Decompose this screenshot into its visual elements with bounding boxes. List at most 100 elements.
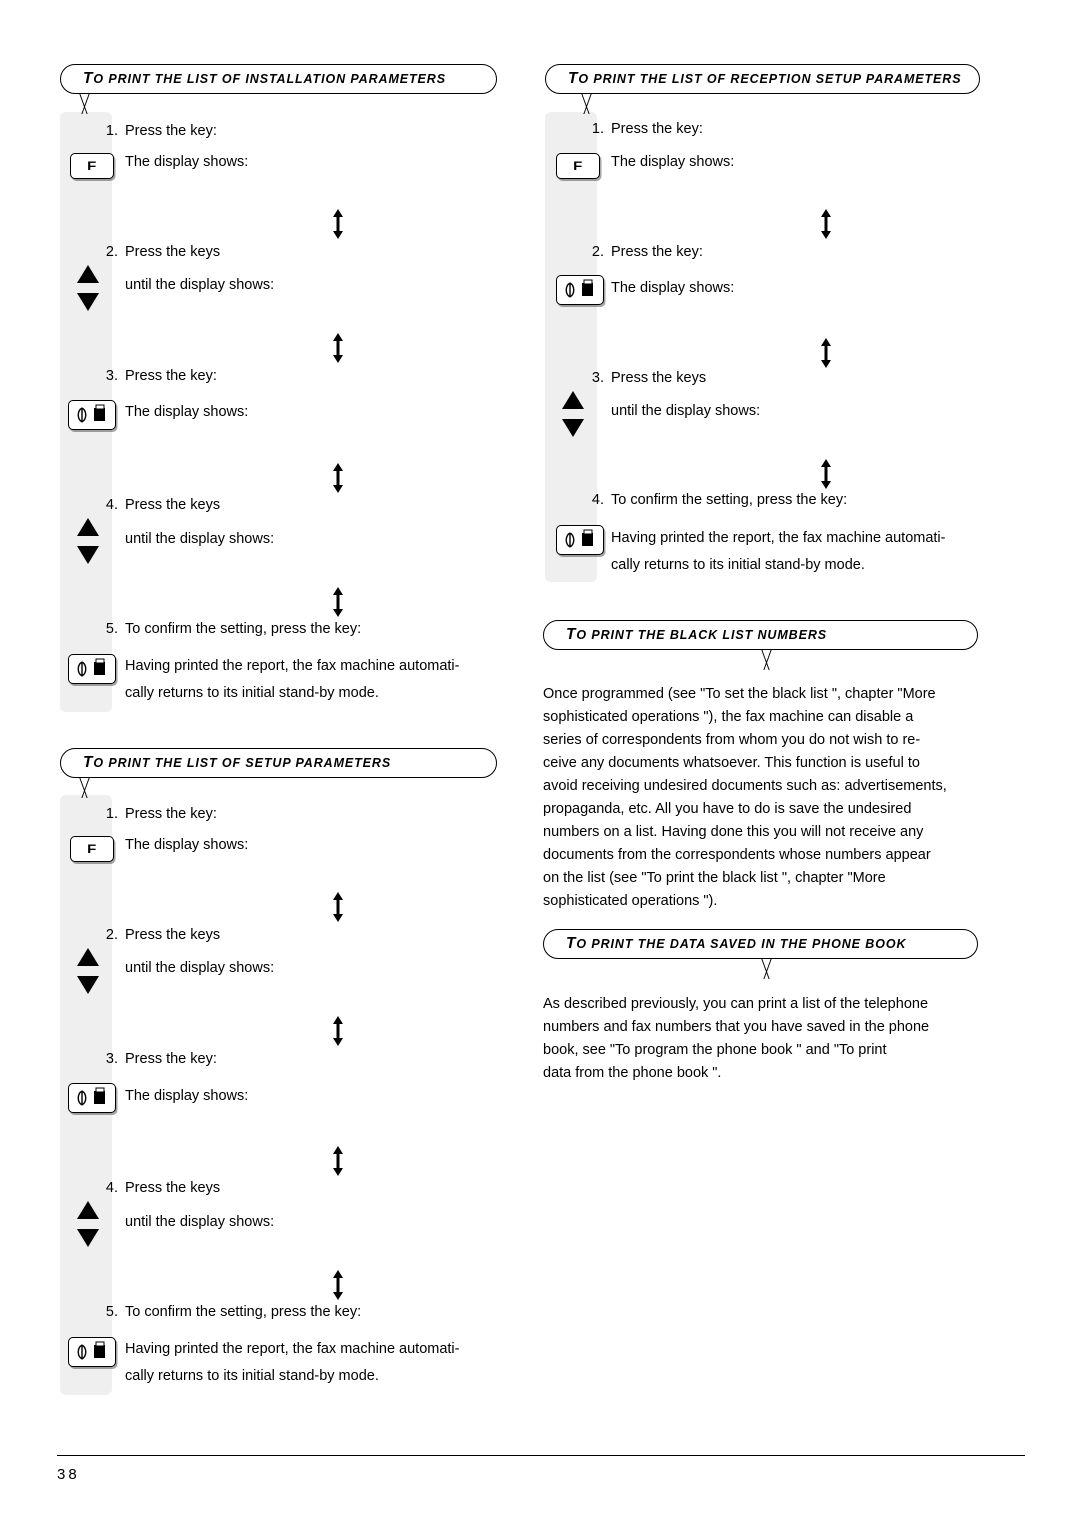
black-list-body-line: numbers on a list. Having done this you …	[543, 824, 924, 840]
f-key-label: F	[87, 842, 97, 856]
black-list-body-line: avoid receiving undesired documents such…	[543, 778, 947, 794]
black-list-body-line: ceive any documents whatsoever. This fun…	[543, 755, 920, 771]
step-text: until the display shows:	[125, 1214, 275, 1230]
black-list-body-line: documents from the correspondents whose …	[543, 847, 931, 863]
step-text: Press the keys	[611, 370, 707, 386]
step-text: Having printed the report, the fax machi…	[125, 658, 460, 674]
f-key-icon[interactable]: F	[70, 153, 114, 179]
flow-double-arrow-icon	[818, 338, 834, 368]
step-text: Having printed the report, the fax machi…	[611, 530, 946, 546]
start-key-icon[interactable]	[556, 525, 604, 555]
section-tail-setup	[68, 778, 102, 800]
section-title-setup-initial: T	[83, 754, 94, 771]
flow-double-arrow-icon	[818, 209, 834, 239]
phone-book-body-line: As described previously, you can print a…	[543, 996, 929, 1012]
step-text: cally returns to its initial stand-by mo…	[125, 1368, 379, 1384]
step-text: until the display shows:	[125, 960, 275, 976]
section-title-installation: TO PRINT THE LIST OF INSTALLATION PARAME…	[60, 64, 497, 94]
section-tail-reception	[570, 94, 604, 116]
section-title-black-list: TO PRINT THE BLACK LIST NUMBERS	[543, 620, 978, 650]
step-text: The display shows:	[125, 154, 249, 170]
page-number: 38	[57, 1466, 80, 1483]
step-number: 1.	[105, 806, 118, 822]
step-number: 5.	[105, 1304, 118, 1320]
start-key-icon[interactable]	[556, 275, 604, 305]
step-text: To confirm the setting, press the key:	[125, 1304, 362, 1320]
step-text: The display shows:	[125, 404, 249, 420]
section-title-setup-rest: O PRINT THE LIST OF SETUP PARAMETERS	[93, 756, 392, 770]
manual-page: TO PRINT THE LIST OF INSTALLATION PARAME…	[0, 0, 1080, 1528]
step-number: 2.	[105, 244, 118, 260]
section-title-installation-rest: O PRINT THE LIST OF INSTALLATION PARAMET…	[93, 72, 446, 86]
section-title-phone-book-text: TO PRINT THE DATA SAVED IN THE PHONE BOO…	[544, 935, 906, 953]
step-text: until the display shows:	[125, 277, 275, 293]
start-key-icon[interactable]	[68, 1083, 116, 1113]
section-title-black-list-rest: O PRINT THE BLACK LIST NUMBERS	[576, 628, 827, 642]
section-title-reception-rest: O PRINT THE LIST OF RECEPTION SETUP PARA…	[578, 72, 962, 86]
up-down-arrow-key-icon[interactable]	[75, 265, 101, 311]
section-title-black-list-initial: T	[566, 626, 577, 643]
step-text: The display shows:	[611, 154, 735, 170]
start-key-icon[interactable]	[68, 400, 116, 430]
start-key-icon[interactable]	[68, 1337, 116, 1367]
flow-double-arrow-icon	[330, 463, 346, 493]
section-title-reception-initial: T	[568, 70, 579, 87]
section-title-phone-book-rest: O PRINT THE DATA SAVED IN THE PHONE BOOK	[576, 937, 907, 951]
flow-double-arrow-icon	[330, 333, 346, 363]
step-text: Press the key:	[611, 121, 703, 137]
flow-double-arrow-icon	[818, 459, 834, 489]
section-tail-installation	[68, 94, 102, 116]
step-text: The display shows:	[125, 837, 249, 853]
step-text: The display shows:	[611, 280, 735, 296]
step-text: Press the keys	[125, 1180, 221, 1196]
section-title-installation-text: TO PRINT THE LIST OF INSTALLATION PARAME…	[61, 70, 446, 88]
up-down-arrow-key-icon[interactable]	[75, 1201, 101, 1247]
flow-double-arrow-icon	[330, 1016, 346, 1046]
step-number: 1.	[591, 121, 604, 137]
step-number: 4.	[105, 497, 118, 513]
step-number: 2.	[105, 927, 118, 943]
step-text: The display shows:	[125, 1088, 249, 1104]
section-title-phone-book: TO PRINT THE DATA SAVED IN THE PHONE BOO…	[543, 929, 978, 959]
phone-book-body-line: data from the phone book ".	[543, 1065, 722, 1081]
black-list-body-line: sophisticated operations ").	[543, 893, 718, 909]
band-reception	[545, 112, 597, 582]
flow-double-arrow-icon	[330, 1146, 346, 1176]
flow-double-arrow-icon	[330, 587, 346, 617]
black-list-body-line: Once programmed (see "To set the black l…	[543, 686, 936, 702]
f-key-icon[interactable]: F	[70, 836, 114, 862]
step-number: 4.	[105, 1180, 118, 1196]
step-text: Press the key:	[125, 368, 217, 384]
section-title-reception-text: TO PRINT THE LIST OF RECEPTION SETUP PAR…	[546, 70, 961, 88]
black-list-body-line: on the list (see "To print the black lis…	[543, 870, 886, 886]
step-number: 1.	[105, 123, 118, 139]
section-title-setup: TO PRINT THE LIST OF SETUP PARAMETERS	[60, 748, 497, 778]
step-text: Press the keys	[125, 927, 221, 943]
f-key-icon[interactable]: F	[556, 153, 600, 179]
up-down-arrow-key-icon[interactable]	[75, 948, 101, 994]
black-list-body-line: sophisticated operations "), the fax mac…	[543, 709, 914, 725]
step-text: Press the key:	[125, 123, 217, 139]
up-down-arrow-key-icon[interactable]	[75, 518, 101, 564]
step-number: 3.	[105, 1051, 118, 1067]
section-tail-black-list	[750, 650, 784, 672]
step-text: Having printed the report, the fax machi…	[125, 1341, 460, 1357]
flow-double-arrow-icon	[330, 209, 346, 239]
step-text: Press the key:	[611, 244, 703, 260]
flow-double-arrow-icon	[330, 892, 346, 922]
section-tail-phone-book	[750, 959, 784, 981]
step-text: Press the keys	[125, 497, 221, 513]
section-title-installation-initial: T	[83, 70, 94, 87]
footer-divider	[57, 1455, 1025, 1456]
section-title-reception: TO PRINT THE LIST OF RECEPTION SETUP PAR…	[545, 64, 980, 94]
step-text: until the display shows:	[611, 403, 761, 419]
step-number: 3.	[105, 368, 118, 384]
start-key-icon[interactable]	[68, 654, 116, 684]
step-text: To confirm the setting, press the key:	[125, 621, 362, 637]
step-text: cally returns to its initial stand-by mo…	[125, 685, 379, 701]
black-list-body-line: series of correspondents from whom you d…	[543, 732, 921, 748]
up-down-arrow-key-icon[interactable]	[560, 391, 586, 437]
step-number: 4.	[591, 492, 604, 508]
section-title-black-list-text: TO PRINT THE BLACK LIST NUMBERS	[544, 626, 827, 644]
step-text: Press the key:	[125, 806, 217, 822]
